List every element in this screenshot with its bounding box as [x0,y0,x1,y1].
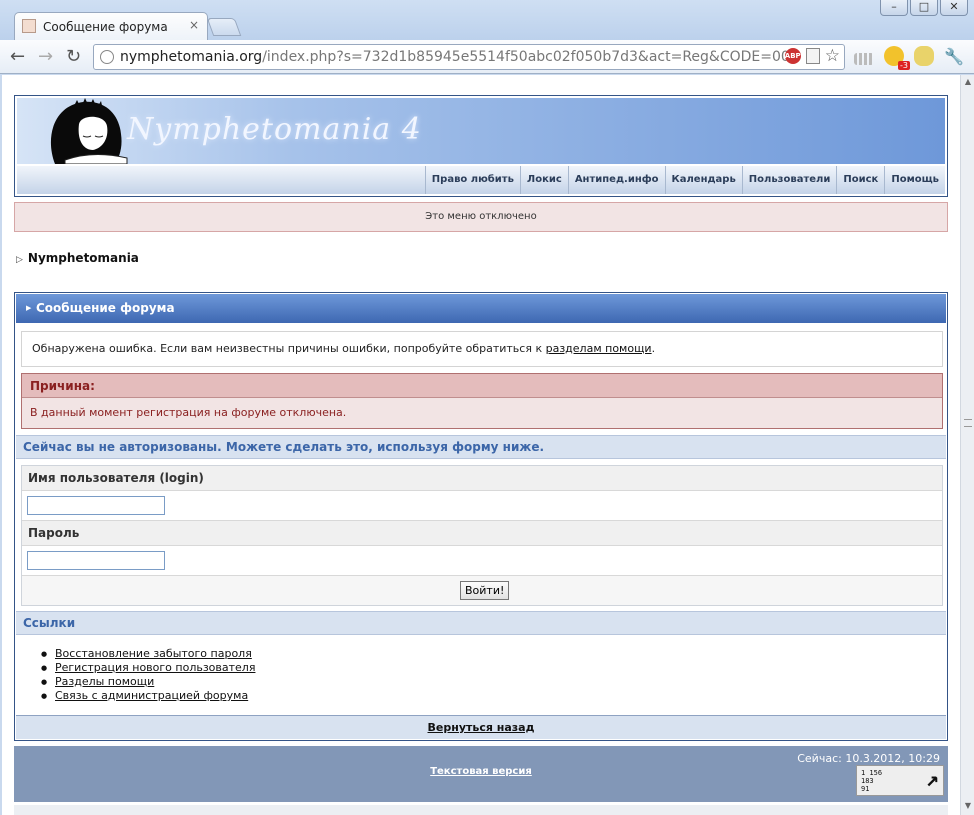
title-arrow-icon: ▶ [26,304,32,312]
browser-titlebar: Сообщение форума × – □ ✕ [0,0,974,40]
nav-lokis[interactable]: Локис [519,166,568,194]
adblock-icon[interactable]: ABP [784,48,801,64]
page-viewport: Nymphetomania 4 Право любить Локис Антип… [2,75,960,815]
message-title-bar: ▶ Сообщение форума [16,294,946,323]
links-heading-text: Ссылки [23,616,76,630]
breadcrumb-forum-link[interactable]: Nymphetomania [28,251,139,265]
help-link[interactable]: Разделы помощи [55,675,154,688]
page-icon[interactable] [805,48,820,64]
extension-icons: -3 🔧 [854,46,964,70]
horizontal-scroll-area [14,805,948,815]
text-version-link[interactable]: Текстовая версия [14,766,948,777]
visit-counter[interactable]: 1 156 183 91 ↗ [856,765,944,796]
tab-close-icon[interactable]: × [189,18,199,32]
password-row [22,546,942,576]
password-label: Пароль [22,521,942,546]
browser-tab-active[interactable]: Сообщение форума × [14,12,208,40]
favicon-icon [22,19,36,33]
frog-extension-icon[interactable] [914,46,934,66]
address-bar[interactable]: nymphetomania.org/index.php?s=732d1b8594… [93,44,845,70]
breadcrumb: ▷ Nymphetomania [16,251,139,265]
username-input[interactable] [27,496,165,515]
globe-icon [100,50,114,64]
url-path: /index.php?s=732d1b85945e5514f50abc02f05… [262,49,790,65]
recover-password-link[interactable]: Восстановление забытого пароля [55,647,252,660]
wrench-menu-icon[interactable]: 🔧 [944,47,964,66]
page-footer: Текстовая версия Сейчас: 10.3.2012, 10:2… [14,746,948,802]
links-list: Восстановление забытого пароля Регистрац… [41,647,255,703]
logo-text: Nymphetomania 4 [127,112,422,147]
reason-title: Причина: [22,374,942,398]
nav-calendar[interactable]: Календарь [664,166,742,194]
username-row [22,491,942,521]
list-item: Связь с администрацией форума [41,689,255,703]
weather-extension-icon[interactable]: -3 [884,46,910,70]
nav-antiped-info[interactable]: Антипед.инфо [567,166,665,194]
error-message: Обнаружена ошибка. Если вам неизвестны п… [21,331,943,367]
forum-banner[interactable]: Nymphetomania 4 [17,98,945,164]
nav-search[interactable]: Поиск [836,166,884,194]
window-controls: – □ ✕ [880,0,968,16]
tab-title: Сообщение форума [43,20,168,34]
current-time: Сейчас: 10.3.2012, 10:29 [797,752,940,765]
minimize-button[interactable]: – [880,0,908,16]
reload-icon[interactable]: ↻ [66,46,81,67]
address-bar-icons: ABP ☆ [784,48,840,65]
back-arrow-icon[interactable]: ← [10,46,25,67]
help-sections-link[interactable]: разделам помощи [546,342,652,355]
menu-disabled-notice: Это меню отключено [14,202,948,232]
error-end: . [651,342,656,355]
scroll-grip[interactable] [964,419,972,427]
signal-bars-icon[interactable] [854,53,874,65]
board-header: Nymphetomania 4 Право любить Локис Антип… [14,95,948,197]
links-heading: Ссылки [16,611,946,635]
list-item: Разделы помощи [41,675,255,689]
maximize-button[interactable]: □ [910,0,938,16]
scroll-up-icon[interactable]: ▲ [963,77,973,89]
go-back-bar: Вернуться назад [16,715,946,739]
new-tab-button[interactable] [206,18,242,36]
nav-users[interactable]: Пользователи [741,166,837,194]
browser-toolbar: ← → ↻ nymphetomania.org/index.php?s=732d… [0,40,974,74]
url-text[interactable]: nymphetomania.org/index.php?s=732d1b8594… [120,49,790,65]
username-label: Имя пользователя (login) [22,466,942,491]
header-nav: Право любить Локис Антипед.инфо Календар… [17,166,945,194]
reason-text: В данный момент регистрация на форуме от… [30,406,347,419]
go-back-link[interactable]: Вернуться назад [428,721,535,734]
counter-arrow-icon: ↗ [925,767,939,792]
close-window-button[interactable]: ✕ [940,0,968,16]
login-heading: Сейчас вы не авторизованы. Можете сделат… [16,435,946,459]
weather-badge: -3 [898,61,910,70]
url-host: nymphetomania.org [120,49,263,65]
message-title: Сообщение форума [36,301,175,315]
bookmark-star-icon[interactable]: ☆ [825,48,840,65]
register-link[interactable]: Регистрация нового пользователя [55,661,255,674]
list-item: Восстановление забытого пароля [41,647,255,661]
list-item: Регистрация нового пользователя [41,661,255,675]
nav-links: Право любить Локис Антипед.инфо Календар… [424,166,945,194]
error-text: Обнаружена ошибка. Если вам неизвестны п… [32,342,546,355]
vertical-scrollbar[interactable]: ▲ ▼ [960,75,974,815]
scroll-down-icon[interactable]: ▼ [963,801,973,813]
error-reason-box: Причина: В данный момент регистрация на … [21,373,943,429]
nav-pravo-lyubit[interactable]: Право любить [424,166,520,194]
submit-row: Войти! [22,576,942,605]
password-input[interactable] [27,551,165,570]
login-button[interactable]: Войти! [460,581,510,600]
contact-admin-link[interactable]: Связь с администрацией форума [55,689,248,702]
nav-help[interactable]: Помощь [884,166,945,194]
forum-message-box: ▶ Сообщение форума Обнаружена ошибка. Ес… [14,292,948,741]
login-form: Имя пользователя (login) Пароль Войти! [21,465,943,606]
breadcrumb-arrow-icon: ▷ [16,255,23,265]
forward-arrow-icon[interactable]: → [38,46,53,67]
